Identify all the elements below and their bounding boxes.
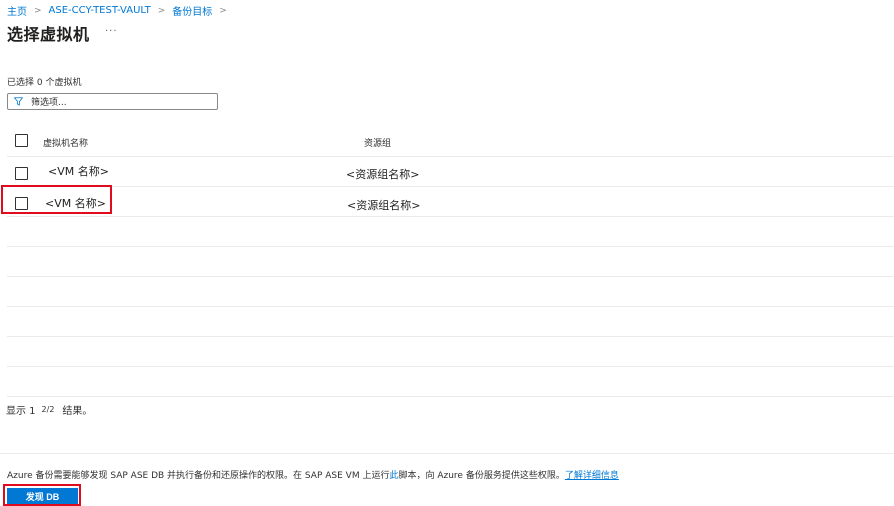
empty-row — [7, 277, 894, 307]
info-text-before: Azure 备份需要能够发现 SAP ASE DB 并执行备份和还原操作的权限。… — [7, 471, 390, 481]
grid-header: 虚拟机名称 资源组 — [7, 126, 894, 157]
row-checkbox[interactable] — [15, 167, 28, 180]
info-text-after: 脚本，向 Azure 备份服务提供这些权限。 — [398, 471, 565, 481]
row-checkbox[interactable] — [15, 197, 28, 210]
filter-input[interactable]: 筛选项... — [7, 93, 218, 110]
page-title: 选择虚拟机 — [7, 25, 90, 44]
vm-grid: 虚拟机名称 资源组 <VM 名称> <资源组名称> <VM 名称> <资源组名称… — [7, 126, 894, 397]
table-row[interactable]: <VM 名称> <资源组名称> — [7, 187, 894, 217]
column-header-vm-name[interactable]: 虚拟机名称 — [43, 136, 88, 149]
column-header-resource-group[interactable]: 资源组 — [364, 136, 391, 149]
results-summary: 显示 1 2/2 结果。 — [6, 402, 92, 417]
select-all-checkbox[interactable] — [15, 134, 28, 147]
filter-placeholder: 筛选项... — [31, 98, 67, 108]
breadcrumb-home[interactable]: 主页 — [7, 3, 27, 18]
table-row[interactable]: <VM 名称> <资源组名称> — [7, 157, 894, 187]
results-suffix: 结果。 — [62, 406, 93, 417]
empty-row — [7, 247, 894, 277]
resource-group-cell: <资源组名称> — [346, 168, 420, 181]
breadcrumb-vault[interactable]: ASE-CCY-TEST-VAULT — [49, 5, 151, 16]
more-options-button[interactable]: ··· — [105, 26, 118, 37]
vm-name-cell: <VM 名称> — [48, 165, 109, 178]
footer-divider — [0, 453, 894, 454]
breadcrumb-backup-goal[interactable]: 备份目标 — [172, 3, 212, 18]
breadcrumb-separator: > — [219, 5, 227, 16]
breadcrumb-separator: > — [157, 5, 166, 16]
breadcrumb-separator: > — [34, 5, 42, 16]
discover-db-button[interactable]: 发现 DB — [7, 488, 78, 505]
learn-more-link[interactable]: 了解详细信息 — [565, 471, 619, 481]
pager[interactable]: 2/2 — [42, 405, 55, 414]
selected-count: 已选择 0 个虚拟机 — [7, 78, 82, 88]
vm-name-cell: <VM 名称> — [45, 197, 106, 210]
results-prefix: 显示 1 — [6, 406, 36, 417]
breadcrumb: 主页 > ASE-CCY-TEST-VAULT > 备份目标 > — [7, 3, 234, 18]
empty-row — [7, 217, 894, 247]
empty-row — [7, 337, 894, 367]
permission-info: Azure 备份需要能够发现 SAP ASE DB 并执行备份和还原操作的权限。… — [7, 468, 619, 481]
resource-group-cell: <资源组名称> — [347, 199, 421, 212]
empty-row — [7, 307, 894, 337]
filter-icon — [14, 97, 23, 106]
empty-row — [7, 367, 894, 397]
